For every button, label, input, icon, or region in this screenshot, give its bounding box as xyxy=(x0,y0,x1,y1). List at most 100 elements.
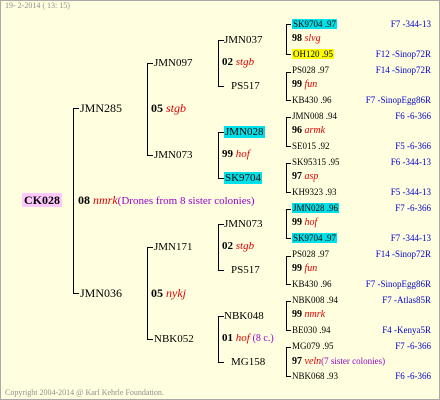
gen4-bottom-line: F4 -Kenya5R xyxy=(382,325,431,335)
connector xyxy=(286,24,291,25)
connector xyxy=(286,209,291,210)
gen4-top: SK9704 .97 xyxy=(292,17,338,31)
gen3-bracket xyxy=(286,256,287,284)
connector xyxy=(286,284,291,285)
root-note: (Drones from 8 sister colonies) xyxy=(117,195,255,207)
gen1-breeder: nykj xyxy=(166,286,186,300)
connector xyxy=(286,163,291,164)
gen2-id: JMN171 xyxy=(154,241,193,253)
gen2-year: 02 xyxy=(222,56,233,68)
gen4-mid: 97 veln(7 sister colonies) xyxy=(292,354,385,369)
gen4-year: 96 xyxy=(292,125,302,136)
gen4-mid: 99 fun xyxy=(292,262,317,276)
gen4-top-line: F7 -6-366 xyxy=(395,341,431,351)
gen4-bottom-line: F12 -Sinop72R xyxy=(375,49,431,59)
gen2-id: JMN073 xyxy=(154,149,193,161)
gen4-top-id: MG079 .95 xyxy=(292,341,334,351)
gen3-id: SK9704 xyxy=(224,171,263,185)
connector xyxy=(218,86,224,87)
gen4-year: 97 xyxy=(292,356,302,367)
root-info: 08 nmrk(Drones from 8 sister colonies) xyxy=(78,193,255,208)
gen4-top-line: F14 -Sinop72R xyxy=(375,65,431,75)
gen4-top: JMN008 .94 xyxy=(292,109,337,123)
gen4-bottom: BE030 .94 xyxy=(292,323,331,337)
gen1-breeder: stgb xyxy=(166,101,187,115)
gen4-top-line: F7 -6-366 xyxy=(395,203,431,213)
gen3-id: JMN028 xyxy=(224,125,265,139)
gen3-id: PS517 xyxy=(231,80,260,92)
gen4-breeder: armk xyxy=(304,125,326,136)
gen4-top-line-wrap: F6 -344-13 xyxy=(361,155,431,169)
gen2-breeder: hof xyxy=(235,332,250,344)
gen4-bottom: SK9704 .97 xyxy=(292,231,338,245)
gen4-bottom-id: KH9323 .93 xyxy=(292,187,337,197)
gen4-top-id: PS028 .97 xyxy=(292,249,330,259)
gen4-year: 99 xyxy=(292,217,302,228)
gen4-bottom-line: F6 -6-366 xyxy=(395,371,431,381)
pedigree-diagram: 19- 2-2014 ( 13: 15) Copyright 2004-2014… xyxy=(0,0,440,400)
gen4-top-line: F6 -344-13 xyxy=(390,157,431,167)
connector xyxy=(73,108,79,109)
gen4-top-line: F7 -344-13 xyxy=(390,19,431,29)
gen4-mid: 99 nmrk xyxy=(292,308,325,322)
gen2-bracket xyxy=(218,316,219,362)
gen4-bottom: KH9323 .93 xyxy=(292,185,337,199)
gen4-bottom-id: SE015 .92 xyxy=(292,141,330,151)
gen4-top-id: SK95315 .95 xyxy=(292,157,340,167)
gen4-mid: 99 hof xyxy=(292,216,317,230)
gen2-year: 99 xyxy=(222,148,233,160)
gen4-top-line-wrap: F14 -Sinop72R xyxy=(361,247,431,261)
gen1-info: 05 stgb xyxy=(151,101,186,115)
connector xyxy=(218,362,224,363)
gen4-bottom: SE015 .92 xyxy=(292,139,330,153)
gen4-year: 98 xyxy=(292,33,302,44)
gen4-top-line: F7 -Atlas85R xyxy=(382,295,431,305)
gen4-breeder: nmrk xyxy=(304,309,326,320)
gen4-year: 97 xyxy=(292,171,302,182)
gen1-bracket xyxy=(147,63,148,155)
gen3-id: JMN073 xyxy=(224,218,263,230)
gen1-year: 05 xyxy=(151,286,163,300)
gen4-bottom: KB430 .96 xyxy=(292,277,332,291)
gen4-note: (7 sister colonies) xyxy=(321,356,386,366)
gen4-bottom-id: BE030 .94 xyxy=(292,325,331,335)
gen4-bottom-id: KB430 .96 xyxy=(292,279,332,289)
connector xyxy=(286,330,291,331)
gen2-year: 01 xyxy=(222,332,233,344)
gen4-top: SK95315 .95 xyxy=(292,155,340,169)
gen4-bottom-line-wrap: F5 -6-366 xyxy=(361,139,431,153)
gen1-bracket xyxy=(147,247,148,339)
gen4-breeder: veln xyxy=(304,356,322,367)
connector xyxy=(218,270,224,271)
gen2-info: 02 stgb xyxy=(222,55,254,69)
gen1-id: JMN036 xyxy=(80,286,123,300)
gen4-top: NBK008 .94 xyxy=(292,293,338,307)
connector xyxy=(286,301,291,302)
gen2-id: JMN097 xyxy=(154,57,193,69)
gen3-bracket xyxy=(286,209,287,238)
gen4-top-line-wrap: F7 -344-13 xyxy=(361,17,431,31)
connector xyxy=(286,146,291,147)
gen1-id: JMN285 xyxy=(80,101,123,115)
connector xyxy=(147,339,153,340)
gen4-year: 99 xyxy=(292,263,302,274)
gen4-mid: 99 fun xyxy=(292,78,317,92)
root-year: 08 xyxy=(78,193,90,207)
gen2-note: (8 c.) xyxy=(252,333,274,344)
gen2-bracket xyxy=(218,40,219,86)
connector xyxy=(147,155,153,156)
gen4-mid: 98 slvg xyxy=(292,32,321,46)
gen4-bottom: KB430 .96 xyxy=(292,93,332,107)
connector xyxy=(286,347,291,348)
gen2-bracket xyxy=(218,224,219,270)
gen3-bracket xyxy=(286,347,287,376)
gen3-id: NBK048 xyxy=(224,310,264,322)
gen3-bracket xyxy=(286,301,287,330)
gen2-breeder: stgb xyxy=(235,240,255,252)
connector xyxy=(286,100,291,101)
root-breeder: nmrk xyxy=(93,193,118,207)
connector xyxy=(286,72,291,73)
gen4-top-line-wrap: F7 -6-366 xyxy=(361,339,431,353)
gen4-top-line-wrap: F7 -6-366 xyxy=(361,201,431,215)
gen1-year: 05 xyxy=(151,101,163,115)
